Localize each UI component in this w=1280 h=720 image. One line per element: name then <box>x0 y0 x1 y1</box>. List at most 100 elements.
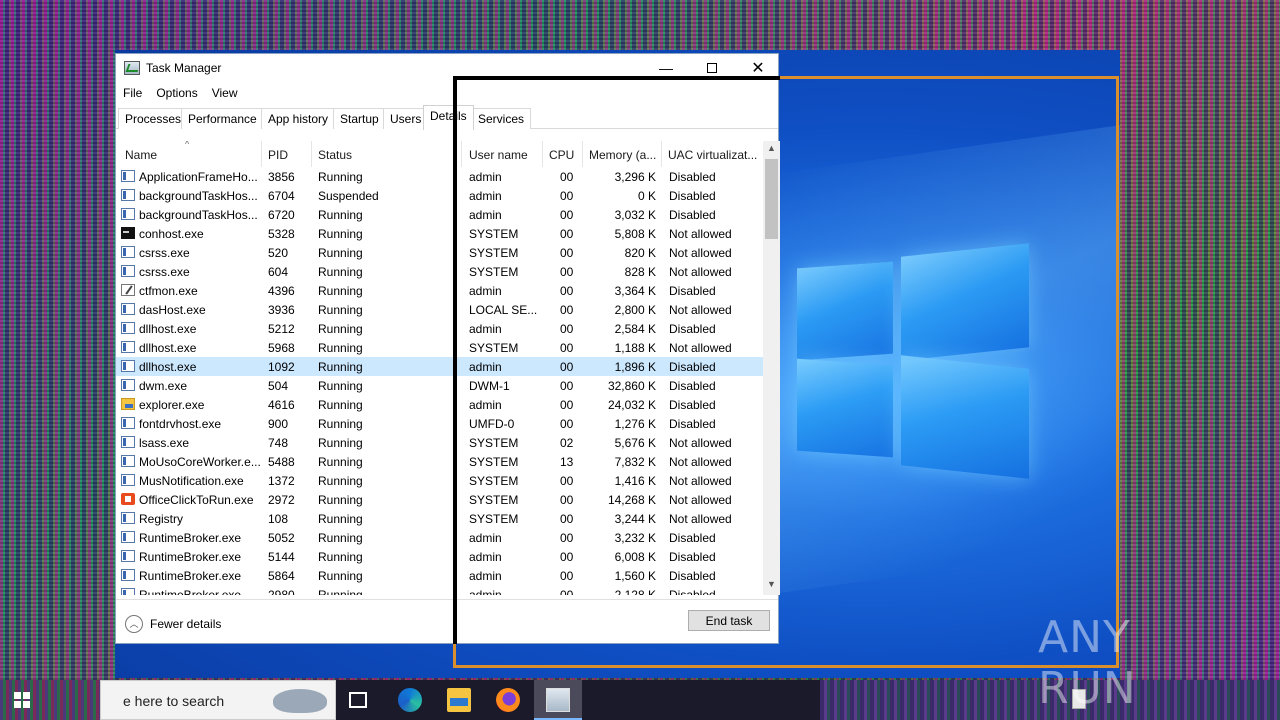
tab-users[interactable]: Users <box>383 108 429 129</box>
tab-details[interactable]: Details <box>423 105 474 130</box>
pen-icon <box>121 284 135 296</box>
minimize-button[interactable]: — <box>643 54 689 82</box>
console-icon <box>121 227 135 239</box>
process-memory: 2,584 K <box>614 322 656 336</box>
process-name: RuntimeBroker.exe <box>139 531 242 545</box>
window-icon <box>121 341 135 353</box>
table-row[interactable]: csrss.exe 604 Running SYSTEM 00 828 K Not allo… <box>116 262 763 281</box>
process-name: ctfmon.exe <box>139 284 198 298</box>
table-row[interactable]: lsass.exe 748 Running SYSTEM 02 5,676 K Not al… <box>116 433 763 452</box>
window-icon <box>121 455 135 467</box>
process-status: Running <box>318 474 363 488</box>
process-user: SYSTEM <box>469 265 519 279</box>
process-user: admin <box>469 398 502 412</box>
process-pid: 520 <box>268 246 289 260</box>
table-row[interactable]: backgroundTaskHos... 6720 Running admin 00 3,… <box>116 205 763 224</box>
windows-start-icon[interactable] <box>14 692 30 708</box>
process-status: Running <box>318 360 363 374</box>
tab-performance[interactable]: Performance <box>181 108 264 129</box>
table-header: Name ^ PID Status User name CPU Memory (… <box>116 141 763 167</box>
table-row[interactable]: ApplicationFrameHo... 3856 Running admin 00 3… <box>116 167 763 186</box>
table-row[interactable]: RuntimeBroker.exe 2980 Running admin 00 2,128… <box>116 585 763 595</box>
fewer-details-link[interactable]: Fewer details <box>150 617 221 631</box>
taskbar-search-box[interactable]: e here to search <box>100 680 336 720</box>
title-bar[interactable]: Task Manager — ✕ <box>116 54 778 82</box>
edge-browser-icon[interactable] <box>398 688 422 712</box>
column-header-pid[interactable]: PID <box>262 141 312 167</box>
table-row[interactable]: dllhost.exe 5968 Running SYSTEM 00 1,188 K Not… <box>116 338 763 357</box>
process-pid: 2972 <box>268 493 295 507</box>
table-row[interactable]: explorer.exe 4616 Running admin 00 24,032 K Di… <box>116 395 763 414</box>
process-uac: Disabled <box>669 588 716 595</box>
task-view-icon[interactable] <box>349 692 367 708</box>
process-uac: Disabled <box>669 398 716 412</box>
process-cpu: 00 <box>560 360 574 374</box>
process-user: SYSTEM <box>469 512 519 526</box>
process-cpu: 00 <box>560 265 574 279</box>
table-row[interactable]: MusNotification.exe 1372 Running SYSTEM 00 1,… <box>116 471 763 490</box>
process-memory: 1,560 K <box>614 569 656 583</box>
file-explorer-icon[interactable] <box>447 688 471 712</box>
process-name: lsass.exe <box>139 436 190 450</box>
window-icon <box>121 360 135 372</box>
menu-file[interactable]: File <box>116 83 149 103</box>
firefox-icon[interactable] <box>496 688 520 712</box>
process-user: SYSTEM <box>469 474 519 488</box>
process-name: dllhost.exe <box>139 341 197 355</box>
column-header-memory[interactable]: Memory (a... <box>583 141 662 167</box>
process-status: Running <box>318 436 363 450</box>
process-pid: 6704 <box>268 189 295 203</box>
window-icon <box>121 189 135 201</box>
process-user: DWM-1 <box>469 379 510 393</box>
scroll-down-icon[interactable]: ▼ <box>763 579 780 595</box>
table-row[interactable]: fontdrvhost.exe 900 Running UMFD-0 00 1,276 K… <box>116 414 763 433</box>
table-row[interactable]: RuntimeBroker.exe 5144 Running admin 00 6,008… <box>116 547 763 566</box>
windows-logo-pane-top-left <box>797 261 893 361</box>
maximize-button[interactable] <box>689 54 735 82</box>
process-status: Running <box>318 284 363 298</box>
tab-startup[interactable]: Startup <box>333 108 386 129</box>
process-uac: Disabled <box>669 550 716 564</box>
tab-processes[interactable]: Processes <box>118 108 189 129</box>
task-manager-taskbar-icon[interactable] <box>546 688 570 712</box>
chevron-up-icon[interactable]: ︿ <box>125 615 143 633</box>
close-button[interactable]: ✕ <box>735 54 781 82</box>
menu-view[interactable]: View <box>205 83 245 103</box>
table-row[interactable]: dwm.exe 504 Running DWM-1 00 32,860 K Disabled <box>116 376 763 395</box>
process-uac: Not allowed <box>669 341 732 355</box>
table-row[interactable]: backgroundTaskHos... 6704 Suspended admin 00… <box>116 186 763 205</box>
end-task-button[interactable]: End task <box>688 610 770 631</box>
column-header-user-name[interactable]: User name <box>463 141 543 167</box>
process-name: OfficeClickToRun.exe <box>139 493 254 507</box>
table-row[interactable]: dllhost.exe 5212 Running admin 00 2,584 K Disa… <box>116 319 763 338</box>
tab-services[interactable]: Services <box>471 108 532 129</box>
process-cpu: 00 <box>560 303 574 317</box>
vertical-scrollbar[interactable]: ▲ ▼ <box>763 141 780 595</box>
column-header-status[interactable]: Status <box>312 141 462 167</box>
tab-strip: Processes Performance App history Startu… <box>116 105 778 130</box>
column-header-uac-virtualization[interactable]: UAC virtualizat... <box>662 141 763 167</box>
table-row[interactable]: MoUsoCoreWorker.e... 5488 Running SYSTEM 13 7… <box>116 452 763 471</box>
process-memory: 0 K <box>637 189 656 203</box>
table-row[interactable]: ctfmon.exe 4396 Running admin 00 3,364 K Disab… <box>116 281 763 300</box>
process-memory: 14,268 K <box>607 493 656 507</box>
process-memory: 3,364 K <box>614 284 656 298</box>
table-row[interactable]: Registry 108 Running SYSTEM 00 3,244 K Not all… <box>116 509 763 528</box>
process-uac: Not allowed <box>669 227 732 241</box>
scrollbar-thumb[interactable] <box>765 159 778 239</box>
table-row[interactable]: csrss.exe 520 Running SYSTEM 00 820 K Not allo… <box>116 243 763 262</box>
column-header-name[interactable]: Name <box>119 141 262 167</box>
column-header-cpu[interactable]: CPU <box>543 141 583 167</box>
process-user: admin <box>469 208 502 222</box>
process-uac: Not allowed <box>669 303 732 317</box>
table-row[interactable]: RuntimeBroker.exe 5864 Running admin 00 1,560… <box>116 566 763 585</box>
menu-options[interactable]: Options <box>149 83 204 103</box>
table-row[interactable]: RuntimeBroker.exe 5052 Running admin 00 3,232… <box>116 528 763 547</box>
process-memory: 2,800 K <box>614 303 656 317</box>
table-row[interactable]: dllhost.exe 1092 Running admin 00 1,896 K Disa… <box>116 357 763 376</box>
table-row[interactable]: OfficeClickToRun.exe 2972 Running SYSTEM 00 1… <box>116 490 763 509</box>
table-row[interactable]: dasHost.exe 3936 Running LOCAL SE... 00 2,800… <box>116 300 763 319</box>
scroll-up-icon[interactable]: ▲ <box>763 143 780 159</box>
table-row[interactable]: conhost.exe 5328 Running SYSTEM 00 5,808 K Not… <box>116 224 763 243</box>
tab-app-history[interactable]: App history <box>261 108 336 129</box>
